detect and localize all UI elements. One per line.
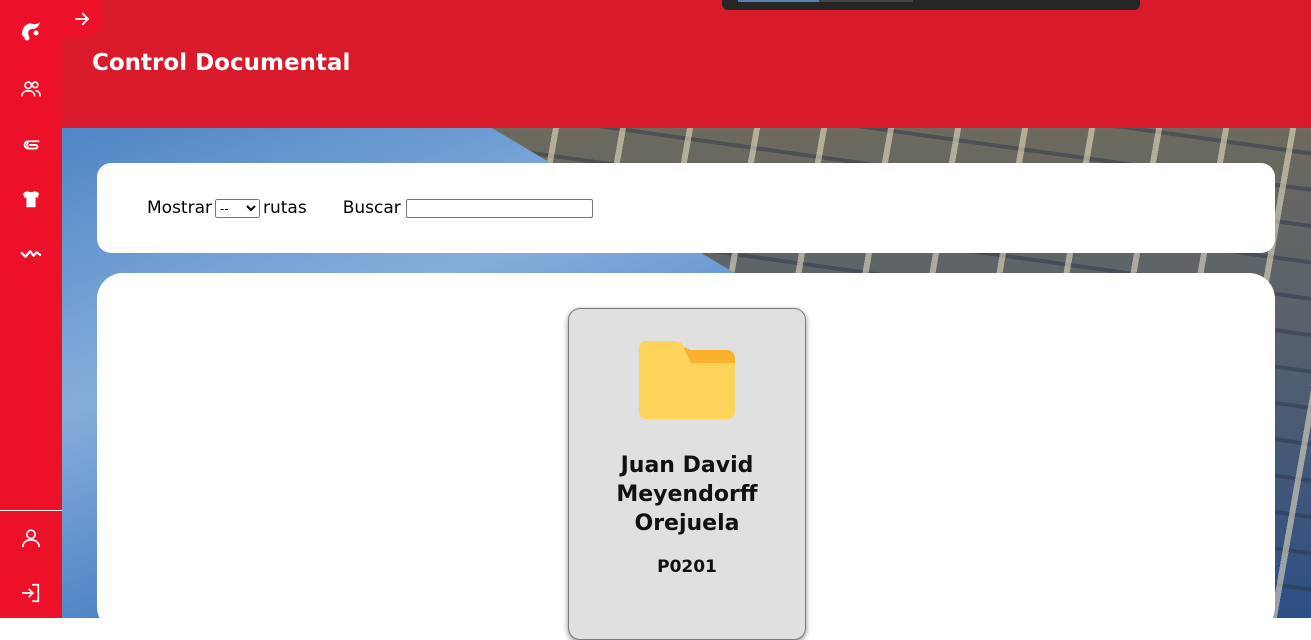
search-input[interactable] bbox=[405, 198, 593, 218]
arrow-right-icon bbox=[75, 12, 89, 26]
filter-row: Mostrar -- rutas Buscar bbox=[147, 198, 593, 218]
paperclip-icon[interactable] bbox=[17, 130, 45, 158]
folder-name: Juan David Meyendorff Orejuela bbox=[616, 453, 758, 536]
folders-panel: Juan David Meyendorff Orejuela P0201 bbox=[97, 273, 1275, 640]
search-label: Buscar bbox=[342, 198, 401, 218]
activity-icon[interactable] bbox=[17, 240, 45, 268]
show-count-select[interactable]: -- bbox=[215, 198, 260, 218]
logo-icon[interactable] bbox=[17, 16, 45, 44]
header: Control Documental bbox=[62, 0, 1311, 128]
show-label: Mostrar bbox=[147, 198, 212, 218]
user-icon[interactable] bbox=[17, 524, 45, 552]
sidebar-divider bbox=[0, 510, 62, 511]
filter-card: Mostrar -- rutas Buscar bbox=[97, 163, 1275, 253]
popup-strip bbox=[722, 0, 1140, 10]
folder-icon bbox=[639, 341, 735, 419]
show-suffix: rutas bbox=[263, 198, 307, 218]
logout-icon[interactable] bbox=[17, 579, 45, 607]
page-title: Control Documental bbox=[92, 50, 351, 76]
folder-card[interactable]: Juan David Meyendorff Orejuela P0201 bbox=[568, 308, 806, 640]
folder-code: P0201 bbox=[657, 557, 717, 577]
sidebar bbox=[0, 0, 62, 618]
shirt-icon[interactable] bbox=[17, 185, 45, 213]
users-icon[interactable] bbox=[17, 75, 45, 103]
